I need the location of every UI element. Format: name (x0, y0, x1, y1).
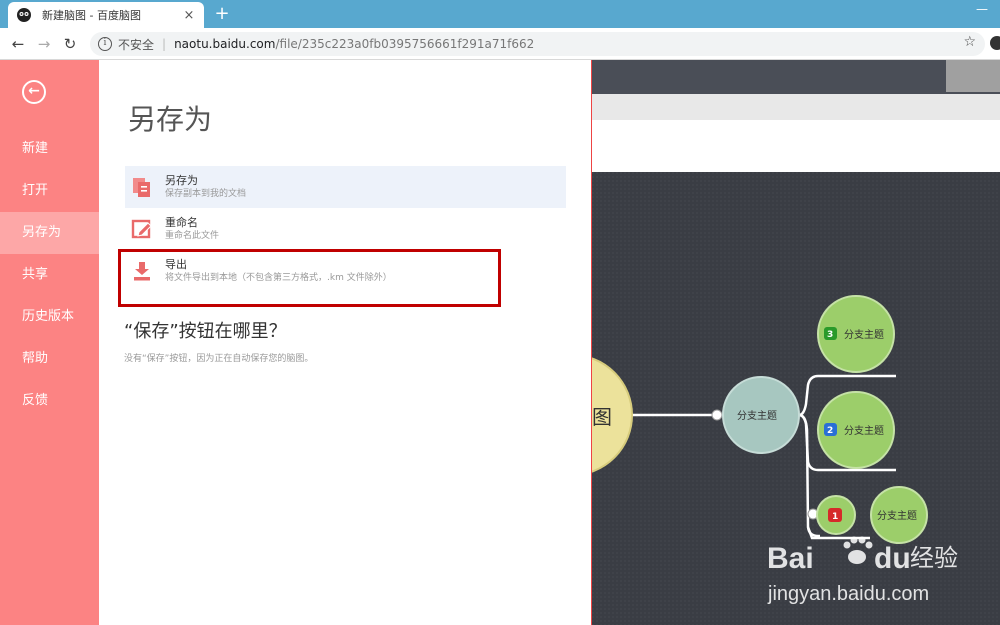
priority-number: 3 (827, 330, 833, 340)
map-toolbar-block (946, 60, 1000, 92)
export-highlight-box (118, 249, 501, 307)
sub-branch-node[interactable]: 3 分支主题 (817, 295, 895, 373)
priority-number: 1 (832, 512, 838, 522)
faq-description: 没有“保存”按钮，因为正在自动保存您的脑图。 (124, 354, 314, 364)
back-circle-icon[interactable]: ← (22, 80, 46, 104)
mindmap-canvas[interactable]: 图 分支主题 3 分支主题 2 分支主题 1 分支主题 Bai du 经验 ji… (592, 172, 1000, 625)
option-description: 重命名此文件 (165, 231, 220, 241)
expand-toggle-icon[interactable] (711, 409, 723, 421)
back-arrow-icon[interactable]: ← (8, 34, 28, 54)
tab-title: 新建脑图 - 百度脑图 (42, 9, 141, 22)
option-rename-text: 重命名 重命名此文件 (165, 216, 219, 242)
sidebar-item-new[interactable]: 新建 (0, 128, 99, 170)
info-icon[interactable]: i (98, 37, 112, 51)
save-as-panel: 另存为 另存为 保存副本到我的文档 重命名 重命名此文件 导出 将文件导出到本地… (99, 60, 591, 625)
page-title: 另存为 (128, 103, 213, 136)
profile-avatar[interactable] (990, 36, 1000, 50)
url-separator: | (162, 37, 167, 51)
copy-file-icon (133, 178, 150, 197)
new-tab-icon[interactable]: + (212, 3, 232, 25)
forward-arrow-icon[interactable]: → (34, 34, 54, 54)
sub-branch-node-small[interactable]: 1 (816, 495, 856, 535)
root-node-text: 图 (592, 405, 612, 429)
url-path: /file/235c223a0fb0395756661f291a71f662 (275, 37, 535, 51)
sub-branch-node[interactable]: 2 分支主题 (817, 391, 895, 469)
main-branch-node[interactable]: 分支主题 (722, 376, 800, 454)
option-save-as-text: 另存为 保存副本到我的文档 (165, 174, 246, 200)
priority-number: 2 (827, 426, 833, 436)
baidu-naotu-favicon-icon (17, 8, 31, 22)
watermark-url: jingyan.baidu.com (767, 583, 929, 605)
tab-close-icon[interactable]: × (182, 8, 196, 23)
option-rename[interactable]: 重命名 重命名此文件 (125, 208, 566, 250)
option-save-as[interactable]: 另存为 保存副本到我的文档 (125, 166, 566, 208)
bookmark-star-icon[interactable]: ☆ (963, 34, 976, 50)
sub-branch-node[interactable]: 分支主题 (870, 486, 928, 544)
faq-title: “保存”按钮在哪里？ (124, 321, 287, 342)
sidebar-item-share[interactable]: 共享 (0, 254, 99, 296)
map-toolbar (592, 60, 1000, 94)
option-name: 重命名 (165, 216, 198, 229)
map-header-area (592, 120, 1000, 172)
watermark-bai: Bai (767, 542, 814, 575)
address-bar: ← → ↻ i 不安全 | naotu.baidu.com/file/235c2… (0, 28, 1000, 60)
sidebar-item-save-as[interactable]: 另存为 (0, 212, 99, 254)
window-minimize-icon[interactable]: — (976, 2, 988, 16)
sidebar-item-help[interactable]: 帮助 (0, 338, 99, 380)
sidebar-item-open[interactable]: 打开 (0, 170, 99, 212)
file-menu-sidebar: ← 新建 打开 另存为 共享 历史版本 帮助 反馈 (0, 60, 99, 625)
sub-branch-text: 分支主题 (844, 425, 884, 437)
reload-icon[interactable]: ↻ (60, 34, 80, 54)
browser-tab[interactable]: 新建脑图 - 百度脑图 × (8, 2, 204, 28)
sidebar-item-feedback[interactable]: 反馈 (0, 380, 99, 422)
sub-branch-text: 分支主题 (877, 510, 917, 522)
main-branch-text: 分支主题 (737, 410, 777, 422)
option-description: 保存副本到我的文档 (165, 189, 247, 199)
browser-tab-strip: 新建脑图 - 百度脑图 × + — (0, 0, 1000, 28)
url-input[interactable]: i 不安全 | naotu.baidu.com/file/235c223a0fb… (90, 32, 985, 56)
sub-branch-text: 分支主题 (844, 329, 884, 341)
security-label: 不安全 (118, 37, 155, 52)
url-host: naotu.baidu.com (174, 37, 276, 51)
edit-icon (131, 219, 152, 239)
watermark-du: du (874, 542, 911, 575)
watermark-jingyan: 经验 (910, 545, 958, 572)
map-subtoolbar (592, 94, 1000, 120)
option-name: 另存为 (165, 174, 198, 187)
mindmap-view: 图 分支主题 3 分支主题 2 分支主题 1 分支主题 Bai du 经验 ji… (591, 60, 1000, 625)
sidebar-item-history[interactable]: 历史版本 (0, 296, 99, 338)
